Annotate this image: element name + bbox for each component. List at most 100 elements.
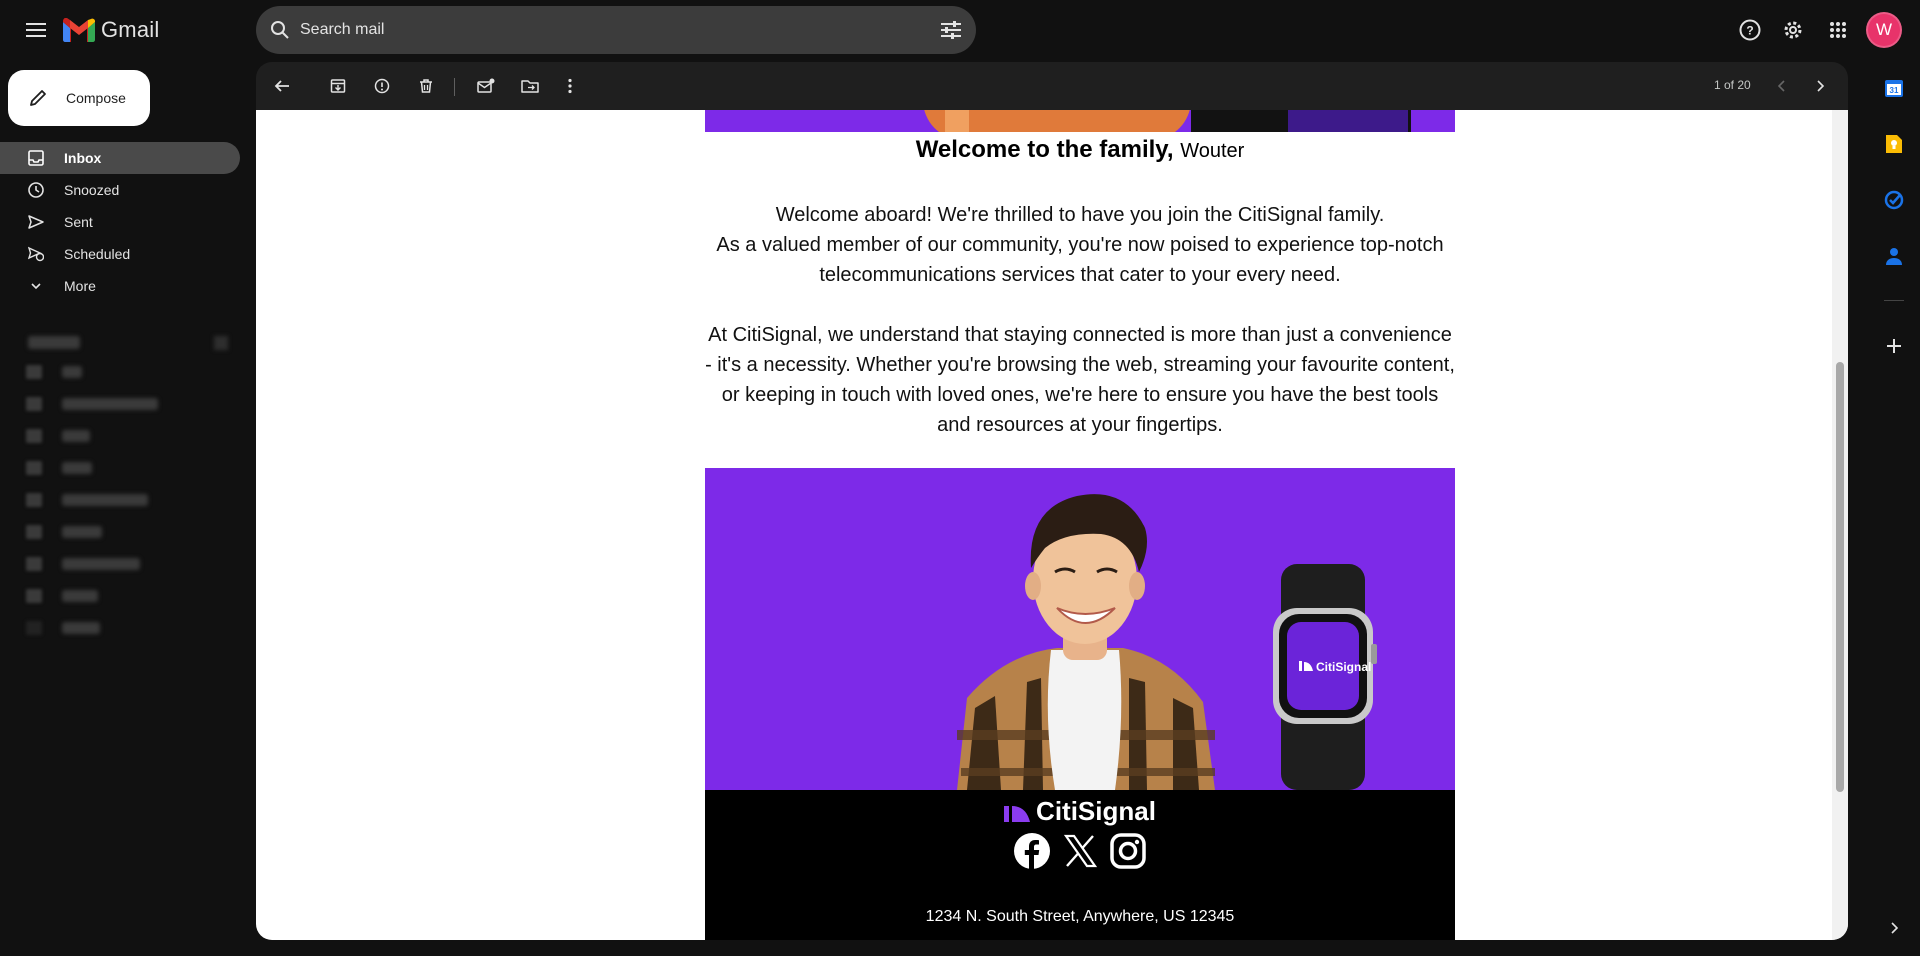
move-to-button[interactable]: [518, 74, 542, 98]
sidebar-item-label: Snoozed: [64, 182, 120, 198]
arrow-left-icon: [274, 80, 289, 92]
app-name: Gmail: [101, 17, 160, 42]
intro-paragraph: Welcome aboard! We're thrilled to have y…: [705, 200, 1455, 290]
search-icon[interactable]: [270, 20, 290, 40]
mark-unread-icon: [477, 78, 495, 93]
recipient-name: Wouter: [1180, 140, 1245, 162]
sidebar-item-snoozed[interactable]: Snoozed: [0, 174, 240, 206]
label-item-obscured[interactable]: [20, 484, 240, 516]
footer-brand-logo[interactable]: CitiSignal: [705, 796, 1455, 827]
label-item-obscured[interactable]: [20, 452, 240, 484]
scrollbar-thumb[interactable]: [1836, 362, 1844, 792]
toolbar-divider: [454, 78, 455, 96]
mark-unread-button[interactable]: [474, 74, 498, 98]
clock-icon: [28, 182, 44, 198]
sidebar-item-label: Sent: [64, 214, 93, 230]
keep-icon: [1886, 135, 1902, 153]
label-item-obscured[interactable]: [20, 356, 240, 388]
sidebar-item-sent[interactable]: Sent: [0, 206, 240, 238]
get-addons-button[interactable]: [1878, 330, 1910, 362]
more-vert-icon: [568, 78, 572, 94]
svg-text:31: 31: [1890, 86, 1899, 95]
footer-brand-text: CitiSignal: [1036, 796, 1156, 826]
instagram-icon[interactable]: [1109, 832, 1147, 870]
label-item-obscured[interactable]: [20, 580, 240, 612]
settings-button[interactable]: [1777, 14, 1809, 46]
sidebar-item-label: Scheduled: [64, 246, 131, 262]
hamburger-icon: [26, 23, 46, 37]
intro-line-2: As a valued member of our community, you…: [716, 234, 1444, 286]
archive-icon: [330, 79, 346, 93]
top-bar: Gmail ? W: [0, 0, 1920, 60]
calendar-button[interactable]: 31: [1878, 72, 1910, 104]
account-avatar[interactable]: W: [1866, 12, 1902, 48]
calendar-icon: 31: [1885, 80, 1903, 97]
google-apps-button[interactable]: [1822, 14, 1854, 46]
apps-grid-icon: [1830, 22, 1846, 38]
label-item-obscured[interactable]: [20, 420, 240, 452]
label-item-obscured[interactable]: [20, 516, 240, 548]
rail-divider: [1884, 300, 1904, 301]
gear-icon: [1784, 21, 1802, 39]
label-item-obscured[interactable]: [20, 612, 240, 644]
sidebar-item-scheduled[interactable]: Scheduled: [0, 238, 240, 270]
help-icon: ?: [1739, 19, 1761, 41]
support-button[interactable]: ?: [1734, 14, 1766, 46]
plus-icon: [1887, 339, 1901, 353]
watch-brand-text: CitiSignal: [1316, 660, 1371, 674]
folder-move-icon: [521, 80, 539, 93]
older-button[interactable]: [1808, 74, 1832, 98]
archive-button[interactable]: [326, 74, 350, 98]
compose-button[interactable]: Compose: [8, 70, 150, 126]
trash-icon: [420, 79, 432, 93]
body-paragraph: At CitiSignal, we understand that stayin…: [705, 324, 1455, 436]
newer-button[interactable]: [1770, 74, 1794, 98]
message-pane: 1 of 20 Welcome to the family, Wouter We…: [256, 62, 1848, 940]
keep-button[interactable]: [1878, 128, 1910, 160]
pagination-count: 1 of 20: [1714, 78, 1751, 92]
chevron-right-icon: [1891, 922, 1899, 934]
sidebar-nav: Inbox Snoozed Sent Scheduled More: [0, 142, 240, 302]
contacts-button[interactable]: [1878, 240, 1910, 272]
company-address: 1234 N. South Street, Anywhere, US 12345: [925, 908, 1235, 925]
promo-image[interactable]: CitiSignal: [705, 468, 1455, 790]
sidebar-item-inbox[interactable]: Inbox: [0, 142, 240, 174]
scrollbar[interactable]: [1832, 110, 1848, 940]
facebook-icon[interactable]: [1013, 832, 1051, 870]
search-input[interactable]: [300, 6, 900, 54]
sidebar-item-label: More: [64, 278, 96, 294]
search-bar[interactable]: [256, 6, 976, 54]
report-spam-button[interactable]: [370, 74, 394, 98]
chevron-down-icon: [28, 278, 44, 294]
social-links: [705, 832, 1455, 870]
label-item-obscured[interactable]: [20, 388, 240, 420]
heading-text: Welcome to the family,: [915, 136, 1174, 163]
labels-header-obscured: [20, 328, 240, 356]
main-menu-button[interactable]: [16, 14, 56, 46]
gmail-m-icon: [63, 18, 95, 42]
more-options-button[interactable]: [558, 74, 582, 98]
scheduled-icon: [28, 246, 44, 262]
email-heading: Welcome to the family, Wouter: [705, 136, 1455, 164]
back-button[interactable]: [270, 74, 294, 98]
side-panel-rail: 31: [1868, 62, 1920, 956]
send-icon: [28, 214, 44, 230]
intro-line-1: Welcome aboard! We're thrilled to have y…: [775, 204, 1385, 226]
tasks-icon: [1884, 190, 1904, 210]
gmail-logo[interactable]: Gmail: [63, 17, 159, 43]
chevron-left-icon: [1777, 80, 1785, 92]
search-options-icon[interactable]: [940, 20, 962, 40]
spam-icon: [374, 78, 390, 94]
contacts-icon: [1886, 248, 1902, 265]
tasks-button[interactable]: [1878, 184, 1910, 216]
label-item-obscured[interactable]: [20, 548, 240, 580]
sidebar-item-more[interactable]: More: [0, 270, 240, 302]
delete-button[interactable]: [414, 74, 438, 98]
x-twitter-icon[interactable]: [1061, 832, 1099, 870]
show-side-panel-button[interactable]: [1878, 912, 1910, 944]
compose-label: Compose: [66, 90, 126, 106]
citisignal-logo-icon: [1004, 805, 1031, 822]
svg-text:?: ?: [1746, 24, 1753, 38]
email-footer: CitiSignal 1234 N. South Street, Anywher…: [705, 790, 1455, 940]
sidebar-item-label: Inbox: [64, 150, 102, 166]
